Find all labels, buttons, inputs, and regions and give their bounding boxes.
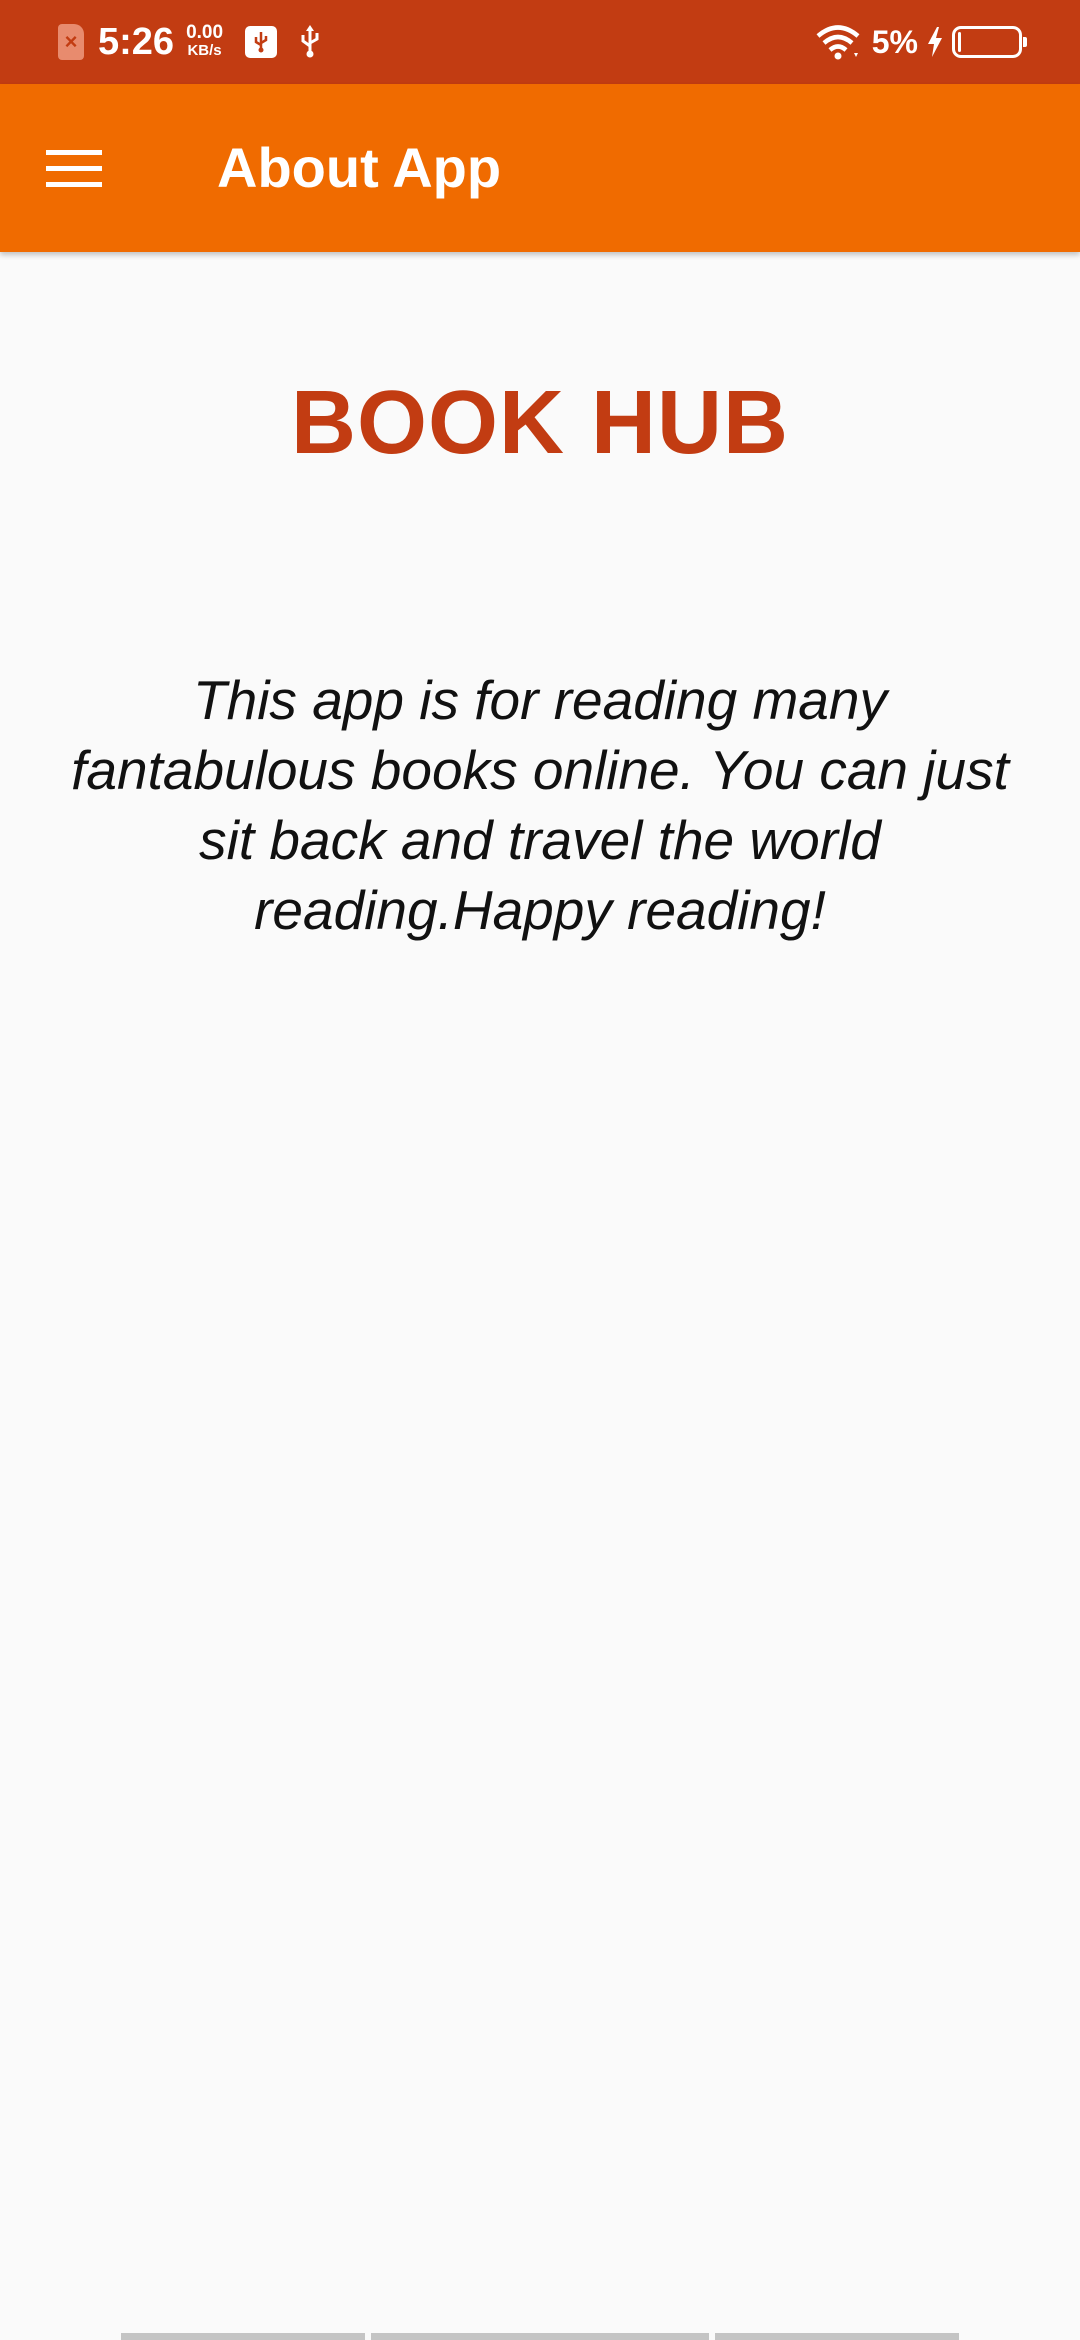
app-name-heading: BOOK HUB <box>291 373 789 473</box>
status-bar-left: × 5:26 0.00 KB/s <box>58 0 323 84</box>
battery-level-fill <box>958 32 961 52</box>
menu-button[interactable] <box>34 128 114 208</box>
status-bar-right: 5% <box>814 0 1027 84</box>
app-bar: About App <box>0 84 1080 252</box>
usb-debug-icon <box>245 26 278 58</box>
charging-icon <box>928 27 942 57</box>
bottom-indicator-right <box>715 2333 959 2340</box>
status-time: 5:26 <box>98 20 175 63</box>
battery-icon <box>952 26 1027 58</box>
network-speed-value: 0.00 <box>186 22 224 43</box>
network-speed-unit: KB/s <box>187 42 222 59</box>
page-title: About App <box>217 136 502 199</box>
network-speed: 0.00 KB/s <box>186 22 224 60</box>
hamburger-menu-icon <box>46 150 102 187</box>
battery-percent: 5% <box>871 23 918 60</box>
usb-icon <box>301 25 319 58</box>
app-description: This app is for reading many fantabulous… <box>71 669 1009 941</box>
wifi-icon <box>816 25 860 60</box>
status-bar: × 5:26 0.00 KB/s 5% <box>0 0 1080 84</box>
bottom-indicator-center <box>371 2333 709 2340</box>
about-content: BOOK HUB This app is for reading many fa… <box>0 252 1080 945</box>
sim-error-icon: × <box>58 24 84 60</box>
bottom-indicator-left <box>121 2333 365 2340</box>
